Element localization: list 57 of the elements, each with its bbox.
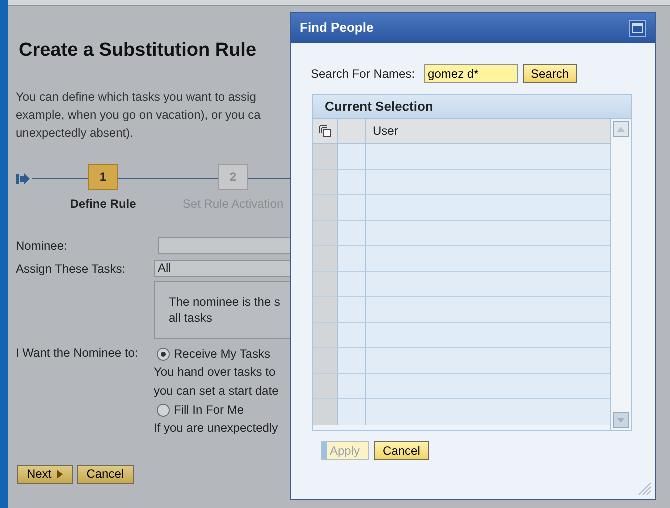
table-cell [338, 246, 366, 270]
page-title: Create a Substitution Rule [19, 39, 258, 63]
table-cell [338, 195, 366, 220]
intro-text: You can define which tasks you want to assig [16, 88, 258, 106]
nominee-field[interactable] [158, 237, 290, 254]
assign-dropdown[interactable]: All [154, 260, 290, 277]
table-cell [338, 374, 366, 398]
row-selector-cell[interactable] [313, 170, 338, 194]
row-selector-cell[interactable] [313, 220, 338, 245]
search-button[interactable]: Search [523, 64, 578, 83]
nominee-label: Nominee: [16, 238, 68, 254]
row-selector-cell[interactable] [313, 246, 338, 270]
info-text: all tasks [169, 310, 214, 326]
row-selector-cell[interactable] [313, 195, 338, 220]
radio-button[interactable] [157, 348, 170, 360]
table-cell [338, 399, 366, 424]
search-field[interactable]: gomez d* [424, 64, 518, 83]
want-label: I Want the Nominee to: [16, 344, 140, 362]
row-selector-cell[interactable] [313, 399, 338, 424]
scrollbar[interactable] [611, 119, 631, 430]
option-description: You hand over tasks to [154, 364, 277, 380]
table-cell [338, 348, 366, 372]
cancel-button[interactable]: Cancel [76, 464, 134, 484]
table-cell [338, 297, 366, 322]
cancel-button[interactable]: Cancel [374, 441, 430, 460]
info-text: The nominee is the s [169, 294, 282, 310]
step-label: Define Rule [70, 196, 136, 212]
table-cell [338, 170, 366, 194]
scroll-up-icon[interactable] [613, 121, 629, 137]
radio-button[interactable] [157, 404, 170, 416]
assign-label: Assign These Tasks: [16, 260, 127, 278]
search-label: Search For Names: [311, 66, 416, 82]
dialog-title: Find People [300, 19, 374, 38]
column-header: User [372, 123, 400, 140]
row-selector-cell[interactable] [313, 297, 338, 322]
intro-text: example, when you go on vacation), or you ca [16, 106, 262, 124]
table-cell [338, 220, 366, 245]
row-selector-cell[interactable] [313, 348, 338, 372]
maximize-icon[interactable] [629, 20, 646, 36]
resize-grip-icon[interactable] [636, 480, 652, 496]
step-number[interactable]: 1 [88, 164, 118, 190]
option-description: If you are unexpectedly [154, 420, 279, 436]
scroll-down-icon[interactable] [613, 412, 629, 428]
row-selector-cell[interactable] [313, 374, 338, 398]
start-icon [16, 172, 30, 184]
table-cell [338, 322, 366, 347]
option-description: you can set a start date [154, 382, 279, 400]
row-selector-cell[interactable] [313, 272, 338, 296]
radio-label: Fill In For Me [174, 402, 244, 419]
radio-label: Receive My Tasks [174, 346, 270, 363]
row-selector-cell[interactable] [313, 322, 338, 347]
next-button[interactable]: Next [17, 464, 73, 484]
table-cell [338, 272, 366, 296]
panel-title: Current Selection [313, 95, 631, 119]
row-selector-cell[interactable] [313, 144, 338, 168]
play-icon [56, 470, 63, 478]
intro-text: unexpectedly absent). [16, 124, 134, 142]
